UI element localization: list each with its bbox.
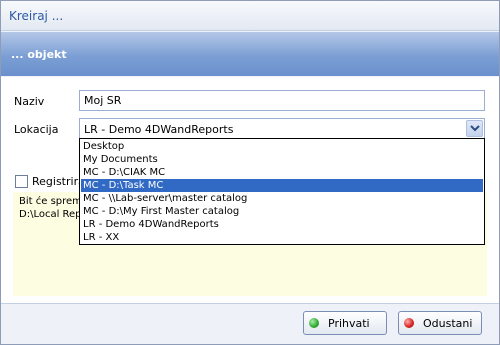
green-dot-icon [309, 318, 319, 328]
lokacija-selected-value: LR - Demo 4DWandReports [84, 123, 234, 136]
accept-button[interactable]: Prihvati [303, 311, 387, 335]
chevron-down-icon [470, 125, 480, 132]
accept-button-label: Prihvati [328, 317, 370, 330]
dropdown-item[interactable]: MC - D:\CIAK MC [81, 166, 483, 179]
lokacija-dropdown-list[interactable]: Desktop My Documents MC - D:\CIAK MC MC … [79, 138, 485, 245]
title-bar[interactable]: Kreiraj ... [1, 1, 499, 31]
dialog-window: Kreiraj ... ... objekt Naziv Lokacija LR… [0, 0, 500, 345]
window-title: Kreiraj ... [9, 9, 64, 23]
info-line-2: D:\Local Rep [19, 209, 82, 220]
dropdown-item[interactable]: MC - \\Lab-server\master catalog [81, 192, 483, 205]
dropdown-item[interactable]: LR - XX [81, 231, 483, 244]
dropdown-item[interactable]: MC - D:\My First Master catalog [81, 205, 483, 218]
cancel-button[interactable]: Odustani [398, 311, 482, 335]
info-line-1: Bit će spreml [19, 196, 85, 207]
header-band: ... objekt [1, 32, 499, 76]
lokacija-label: Lokacija [14, 123, 59, 136]
naziv-input[interactable] [79, 90, 485, 111]
dropdown-item[interactable]: My Documents [81, 153, 483, 166]
header-subtitle: ... objekt [11, 48, 67, 61]
footer: Prihvati Odustani [1, 305, 499, 344]
dropdown-item[interactable]: LR - Demo 4DWandReports [81, 218, 483, 231]
cancel-button-label: Odustani [423, 317, 473, 330]
naziv-label: Naziv [14, 95, 45, 108]
register-checkbox-label: Registrira [32, 175, 85, 188]
dropdown-item[interactable]: MC - D:\Task MC [81, 179, 483, 192]
dropdown-item[interactable]: Desktop [81, 140, 483, 153]
red-dot-icon [404, 318, 414, 328]
register-checkbox[interactable] [15, 175, 28, 188]
lokacija-select[interactable]: LR - Demo 4DWandReports [79, 118, 485, 139]
dropdown-button[interactable] [466, 120, 483, 137]
